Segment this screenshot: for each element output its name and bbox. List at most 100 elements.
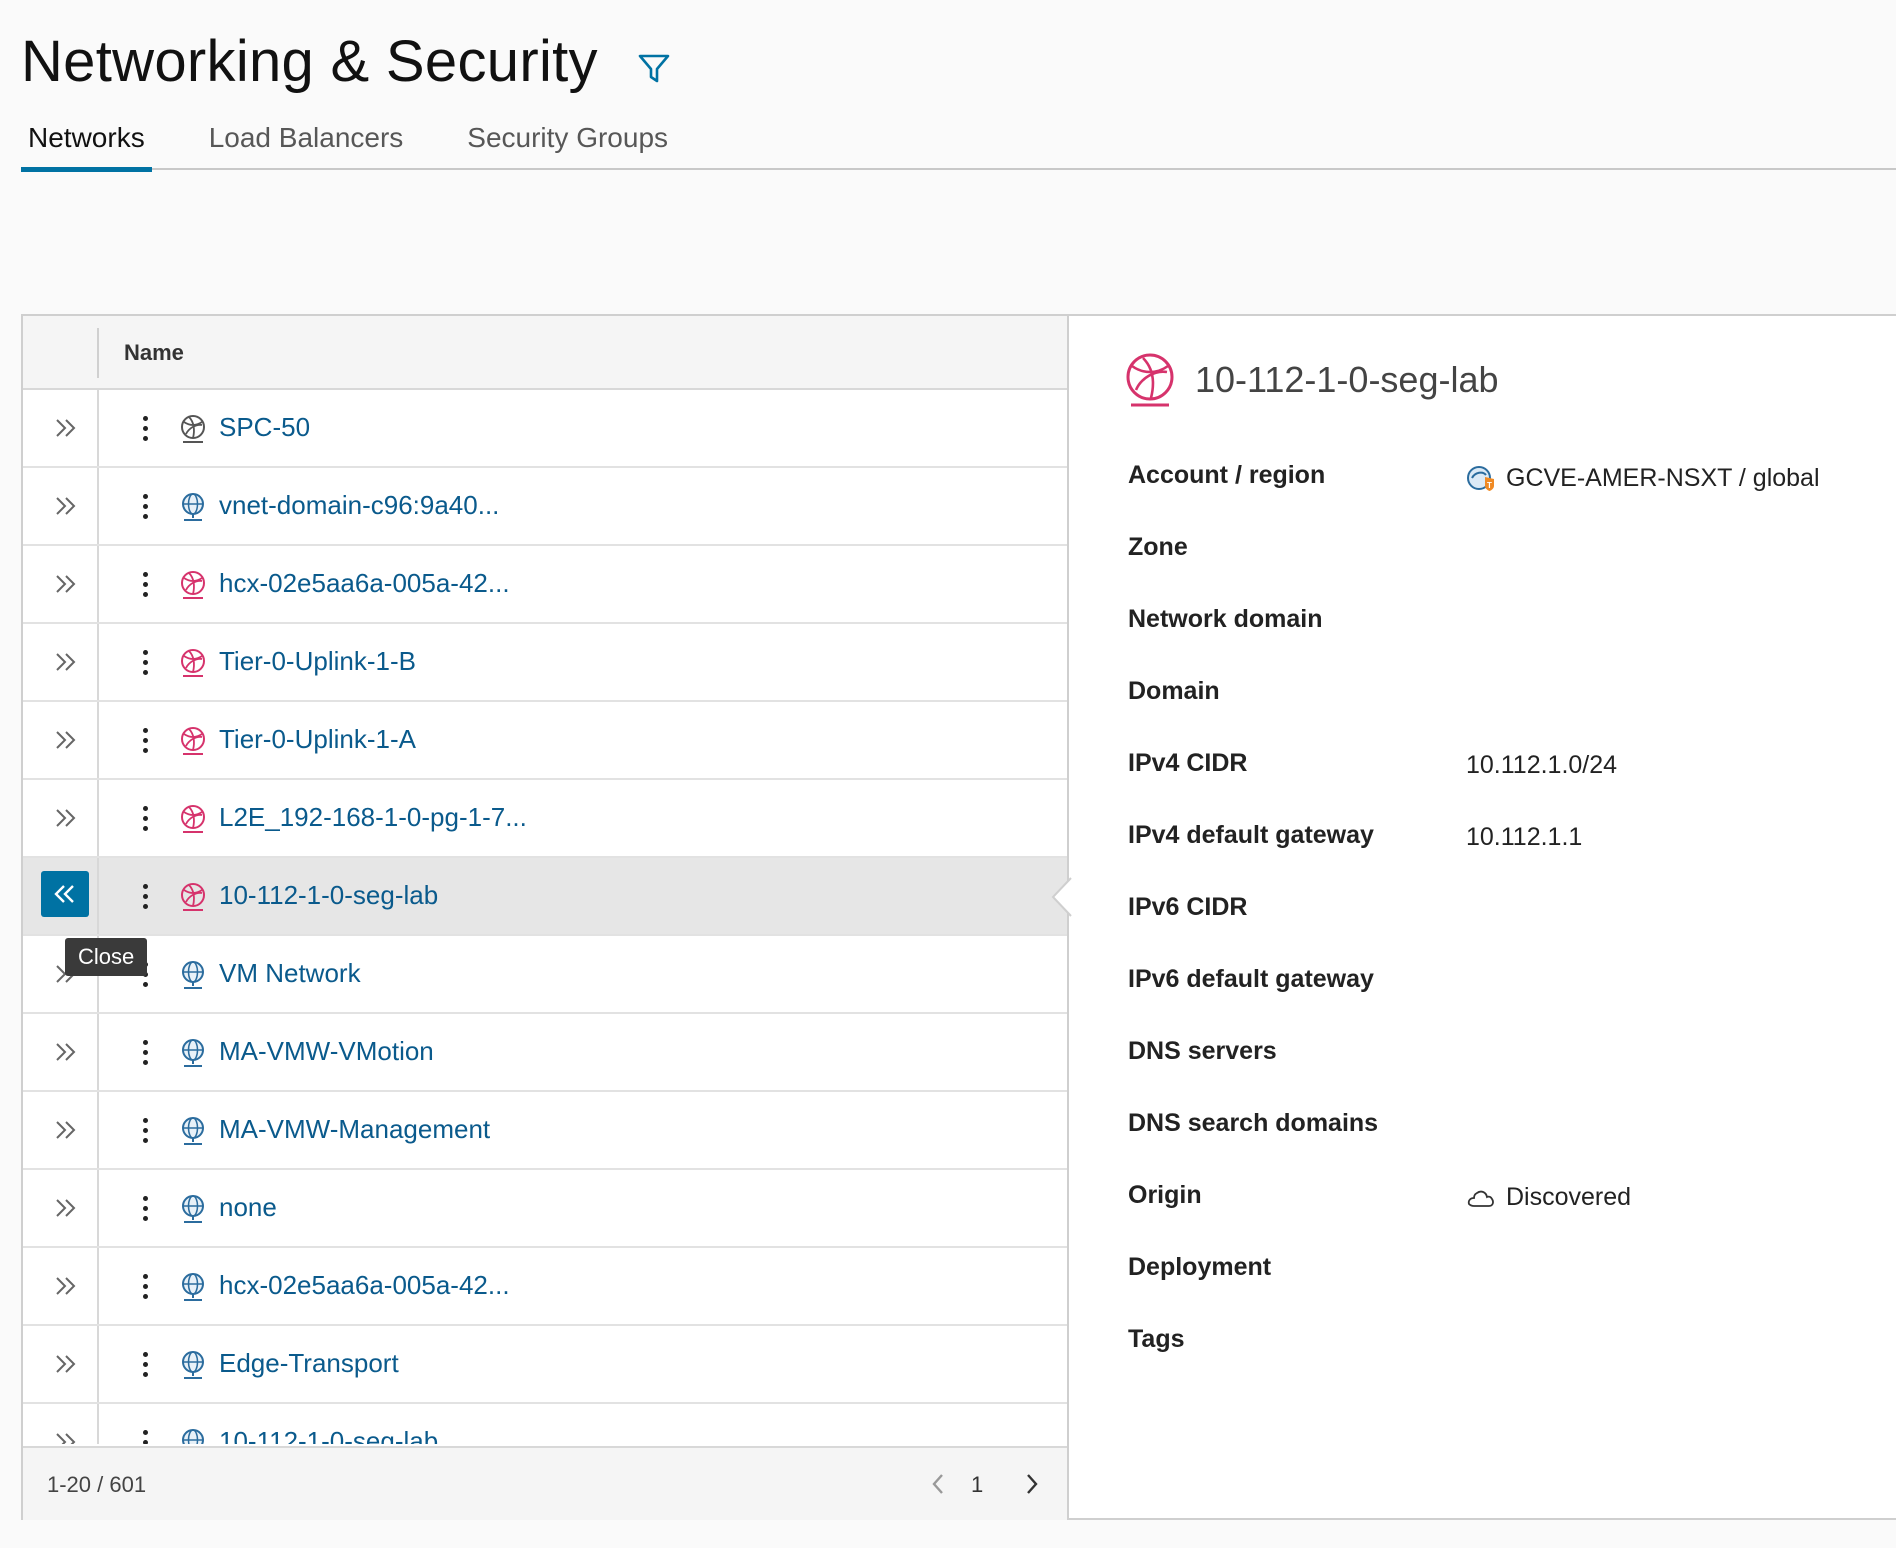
property-row: Origin Discovered — [1128, 1181, 1896, 1253]
next-page-button[interactable] — [1017, 1468, 1047, 1500]
row-actions-icon[interactable] — [135, 720, 155, 760]
property-row: Deployment — [1128, 1253, 1896, 1325]
svg-text:T: T — [1487, 481, 1492, 490]
network-pink-icon — [178, 882, 208, 912]
close-detail-button[interactable] — [41, 871, 89, 917]
row-actions-icon[interactable] — [135, 1344, 155, 1384]
cloud-account-icon: T — [1467, 466, 1494, 491]
table-row[interactable]: hcx-02e5aa6a-005a-42... — [23, 1248, 1067, 1326]
row-actions-icon[interactable] — [135, 1422, 155, 1444]
property-label-tags: Tags — [1128, 1325, 1185, 1353]
expand-icon — [56, 1355, 76, 1373]
tab-security-groups[interactable]: Security Groups — [460, 116, 675, 170]
expand-row-button[interactable] — [45, 408, 85, 448]
table-row[interactable]: Tier-0-Uplink-1-A — [23, 702, 1067, 780]
network-name-link[interactable]: 10-112-1-0-seg-lab — [219, 880, 438, 911]
property-list: Account / region T GCVE-AMER-NSXT / global… — [1128, 461, 1896, 1397]
network-name-link[interactable]: hcx-02e5aa6a-005a-42... — [219, 1270, 510, 1301]
network-gray-icon — [178, 414, 208, 444]
expand-row-button[interactable] — [45, 720, 85, 760]
expand-row-button[interactable] — [45, 1032, 85, 1072]
row-actions-icon[interactable] — [135, 642, 155, 682]
network-globe-icon — [178, 1350, 208, 1380]
column-separator — [97, 1248, 99, 1324]
expand-row-button[interactable] — [45, 798, 85, 838]
filter-button[interactable] — [634, 49, 674, 89]
column-header-name[interactable]: Name — [124, 340, 184, 366]
expand-icon — [56, 731, 76, 749]
network-pink-icon — [178, 804, 208, 834]
row-actions-icon[interactable] — [135, 408, 155, 448]
table-row[interactable]: SPC-50 — [23, 390, 1067, 468]
expand-row-button[interactable] — [45, 486, 85, 526]
property-row: Network domain — [1128, 605, 1896, 677]
expand-row-button[interactable] — [45, 642, 85, 682]
row-actions-icon[interactable] — [135, 1032, 155, 1072]
tab-bar: Networks Load Balancers Security Groups — [21, 116, 1896, 172]
table-row[interactable]: MA-VMW-VMotion — [23, 1014, 1067, 1092]
network-name-link[interactable]: hcx-02e5aa6a-005a-42... — [219, 568, 510, 599]
expand-icon — [56, 1121, 76, 1139]
table-row[interactable]: vnet-domain-c96:9a40... — [23, 468, 1067, 546]
row-actions-icon[interactable] — [135, 1110, 155, 1150]
detail-title: 10-112-1-0-seg-lab — [1195, 359, 1499, 400]
expand-row-button[interactable] — [45, 1188, 85, 1228]
network-name-link[interactable]: L2E_192-168-1-0-pg-1-7... — [219, 802, 527, 833]
property-label-ipv6-cidr: IPv6 CIDR — [1128, 893, 1248, 921]
table-row[interactable]: MA-VMW-Management — [23, 1092, 1067, 1170]
expand-icon — [56, 575, 76, 593]
expand-row-button[interactable] — [45, 1344, 85, 1384]
column-separator — [97, 780, 99, 856]
property-label-ipv6-default-gateway: IPv6 default gateway — [1128, 965, 1374, 993]
network-name-link[interactable]: Edge-Transport — [219, 1348, 399, 1379]
collapse-icon — [54, 885, 74, 903]
row-actions-icon[interactable] — [135, 1266, 155, 1306]
table-row[interactable]: L2E_192-168-1-0-pg-1-7... — [23, 780, 1067, 858]
column-separator — [97, 1170, 99, 1246]
network-pink-icon — [178, 648, 208, 678]
expand-row-button[interactable] — [45, 1110, 85, 1150]
column-separator — [97, 328, 99, 378]
tab-networks[interactable]: Networks — [21, 116, 152, 172]
expand-row-button[interactable] — [45, 1422, 85, 1444]
table-row[interactable]: 10-112-1-0-seg-lab — [23, 1404, 1067, 1444]
grid-header: Name — [23, 316, 1067, 390]
table-row[interactable]: 10-112-1-0-seg-lab — [23, 858, 1067, 936]
table-row[interactable]: none — [23, 1170, 1067, 1248]
network-name-link[interactable]: 10-112-1-0-seg-lab — [219, 1426, 438, 1444]
property-label-origin: Origin — [1128, 1181, 1202, 1209]
table-row[interactable]: Edge-Transport — [23, 1326, 1067, 1404]
property-label-dns-servers: DNS servers — [1128, 1037, 1277, 1065]
row-actions-icon[interactable] — [135, 1188, 155, 1228]
expand-row-button[interactable] — [45, 1266, 85, 1306]
current-page: 1 — [971, 1472, 984, 1497]
network-name-link[interactable]: MA-VMW-VMotion — [219, 1036, 434, 1067]
row-actions-icon[interactable] — [135, 798, 155, 838]
row-actions-icon[interactable] — [135, 876, 155, 916]
network-name-link[interactable]: VM Network — [219, 958, 361, 989]
property-row: IPv6 default gateway — [1128, 965, 1896, 1037]
tab-load-balancers[interactable]: Load Balancers — [202, 116, 411, 170]
table-row[interactable]: hcx-02e5aa6a-005a-42... — [23, 546, 1067, 624]
table-row[interactable]: VM Network — [23, 936, 1067, 1014]
network-pink-icon — [178, 726, 208, 756]
property-label-ipv4-default-gateway: IPv4 default gateway — [1128, 821, 1374, 849]
expand-row-button[interactable] — [45, 564, 85, 604]
property-row: IPv4 CIDR 10.112.1.0/24 — [1128, 749, 1896, 821]
network-name-link[interactable]: Tier-0-Uplink-1-A — [219, 724, 416, 755]
property-row: DNS servers — [1128, 1037, 1896, 1109]
network-name-link[interactable]: vnet-domain-c96:9a40... — [219, 490, 499, 521]
row-actions-icon[interactable] — [135, 564, 155, 604]
grid-footer: 1-20 / 601 1 — [23, 1446, 1067, 1520]
property-value-text: Discovered — [1506, 1183, 1632, 1211]
network-name-link[interactable]: none — [219, 1192, 277, 1223]
column-separator — [97, 390, 99, 466]
network-name-link[interactable]: SPC-50 — [219, 412, 310, 443]
row-actions-icon[interactable] — [135, 486, 155, 526]
network-name-link[interactable]: MA-VMW-Management — [219, 1114, 490, 1145]
table-row[interactable]: Tier-0-Uplink-1-B — [23, 624, 1067, 702]
property-row: Tags — [1128, 1325, 1896, 1397]
network-panel: Name SPC-50 vnet-domain-c96:9a40... hcx-… — [21, 314, 1896, 1520]
network-name-link[interactable]: Tier-0-Uplink-1-B — [219, 646, 416, 677]
prev-page-button[interactable] — [923, 1468, 953, 1500]
